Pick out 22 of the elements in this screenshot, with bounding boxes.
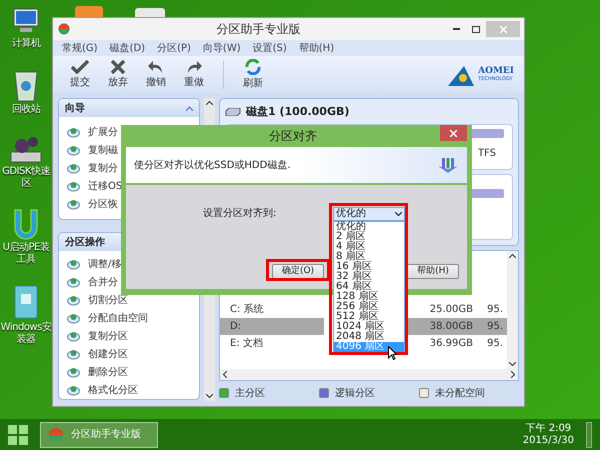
- desktop-icon-label: 计算机: [12, 38, 40, 50]
- legend-label: 未分配空间: [435, 386, 485, 400]
- desktop-icon-label: GDISK快速: [2, 166, 50, 178]
- clock-date: 2015/3/30: [522, 434, 574, 446]
- sidebar-title: 向导: [65, 102, 85, 116]
- window-title: 分区助手专业版: [216, 21, 302, 38]
- desktop-icon-label: 区: [21, 178, 31, 190]
- desktop-icon-label: 装器: [16, 334, 36, 346]
- dialog-description: 使分区对齐以优化SSD或HDD磁盘.: [134, 158, 290, 172]
- dialog-title: 分区对齐: [268, 128, 318, 145]
- clock-time: 下午 2:09: [526, 422, 572, 434]
- disk-title: 磁盘1 (100.00GB): [246, 104, 350, 120]
- sidebar-title: 分区操作: [65, 236, 105, 250]
- legend-label: 逻辑分区: [335, 386, 375, 400]
- filesystem-label: TFS: [478, 147, 496, 161]
- desktop-icon-label: 回收站: [12, 104, 40, 116]
- desktop-icon-label: 工具: [16, 254, 36, 266]
- legend-label: 主分区: [235, 386, 265, 400]
- desktop-icon-label: U启动PE装: [2, 242, 50, 254]
- desktop-icon-label: Windows安: [0, 322, 52, 334]
- brand-name: AOMEI: [478, 66, 514, 76]
- field-label: 设置分区对齐到:: [203, 206, 278, 221]
